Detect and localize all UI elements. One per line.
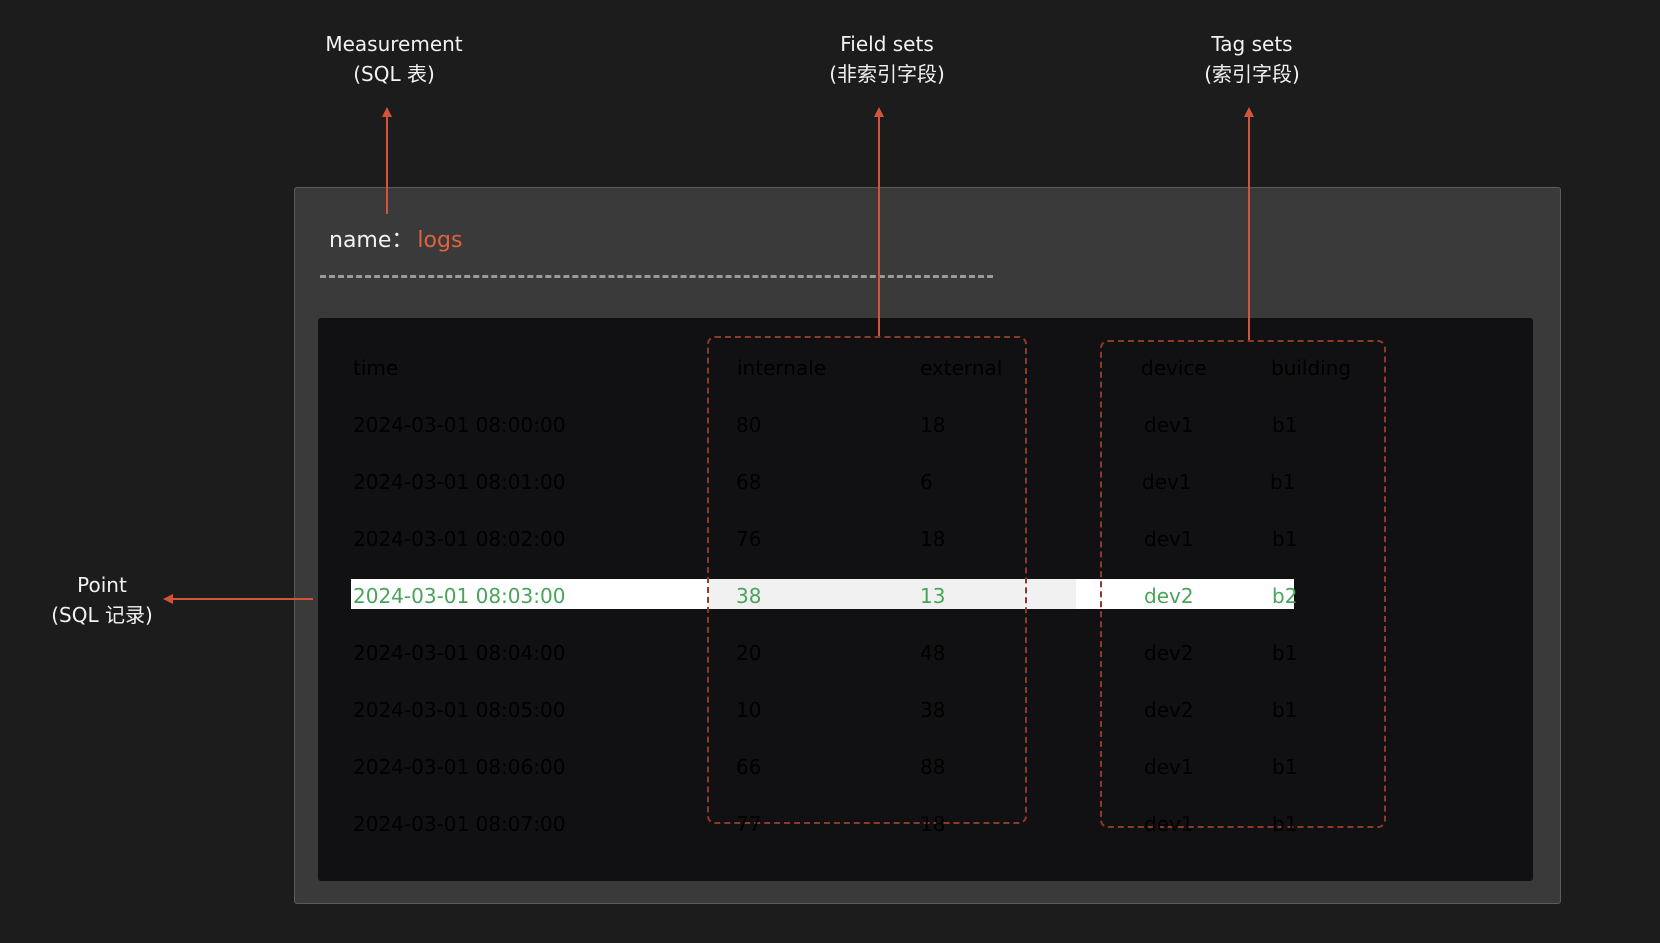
cell-building: b1 [1272,755,1298,779]
header-internale: internale [737,356,827,380]
cell-external: 48 [920,641,946,665]
header-time: time [353,356,399,380]
cell-internale: 76 [736,527,762,551]
cell-building: b1 [1272,698,1298,722]
point-annotation: Point (SQL 记录) [32,570,172,630]
cell-external: 18 [920,413,946,437]
cell-time: 2024-03-01 08:04:00 [353,641,566,665]
header-device: device [1141,356,1207,380]
cell-external: 6 [920,470,933,494]
cell-internale: 20 [736,641,762,665]
cell-building: b1 [1272,812,1298,836]
cell-device: dev1 [1144,812,1194,836]
cell-internale: 38 [736,584,762,608]
cell-internale: 77 [736,812,762,836]
cell-building: b1 [1272,641,1298,665]
cell-internale: 10 [736,698,762,722]
cell-external: 13 [920,584,946,608]
cell-external: 38 [920,698,946,722]
cell-building: b2 [1272,584,1298,608]
cell-time: 2024-03-01 08:03:00 [353,584,566,608]
cell-time: 2024-03-01 08:00:00 [353,413,566,437]
cell-internale: 68 [736,470,762,494]
header-building: building [1271,356,1352,380]
measurement-panel: name： logs time internale external device… [294,187,1561,904]
tag-sets-group-box [1100,340,1386,828]
cell-device: dev1 [1142,470,1192,494]
field-sets-annotation: Field sets (非索引字段) [807,29,967,89]
cell-time: 2024-03-01 08:01:00 [353,470,566,494]
point-annotation-subtitle: (SQL 记录) [51,603,153,627]
cell-time: 2024-03-01 08:06:00 [353,755,566,779]
cell-time: 2024-03-01 08:05:00 [353,698,566,722]
cell-internale: 80 [736,413,762,437]
measurement-annotation: Measurement (SQL 表) [314,29,474,89]
measurement-annotation-subtitle: (SQL 表) [353,62,435,86]
cell-building: b1 [1270,470,1296,494]
cell-time: 2024-03-01 08:07:00 [353,812,566,836]
cell-device: dev2 [1144,584,1194,608]
cell-device: dev1 [1144,755,1194,779]
tag-sets-annotation-subtitle: (索引字段) [1204,62,1300,86]
point-annotation-title: Point [77,573,127,597]
cell-device: dev2 [1144,698,1194,722]
cell-internale: 66 [736,755,762,779]
cell-device: dev1 [1144,413,1194,437]
tag-sets-annotation-title: Tag sets [1211,32,1293,56]
measurement-name: name： logs [329,222,462,254]
cell-time: 2024-03-01 08:02:00 [353,527,566,551]
header-external: external [920,356,1003,380]
measurement-name-label: name： [329,228,414,253]
measurement-annotation-title: Measurement [325,32,463,56]
field-sets-annotation-title: Field sets [840,32,934,56]
cell-external: 18 [920,812,946,836]
dashed-separator [320,275,993,278]
field-sets-annotation-subtitle: (非索引字段) [829,62,945,86]
cell-device: dev2 [1144,641,1194,665]
cell-external: 88 [920,755,946,779]
cell-building: b1 [1272,527,1298,551]
data-table: time internale external device building … [318,318,1533,881]
cell-building: b1 [1272,413,1298,437]
field-sets-group-box [707,336,1027,824]
cell-device: dev1 [1144,527,1194,551]
measurement-name-value: logs [417,228,463,253]
cell-external: 18 [920,527,946,551]
tag-sets-annotation: Tag sets (索引字段) [1172,29,1332,89]
